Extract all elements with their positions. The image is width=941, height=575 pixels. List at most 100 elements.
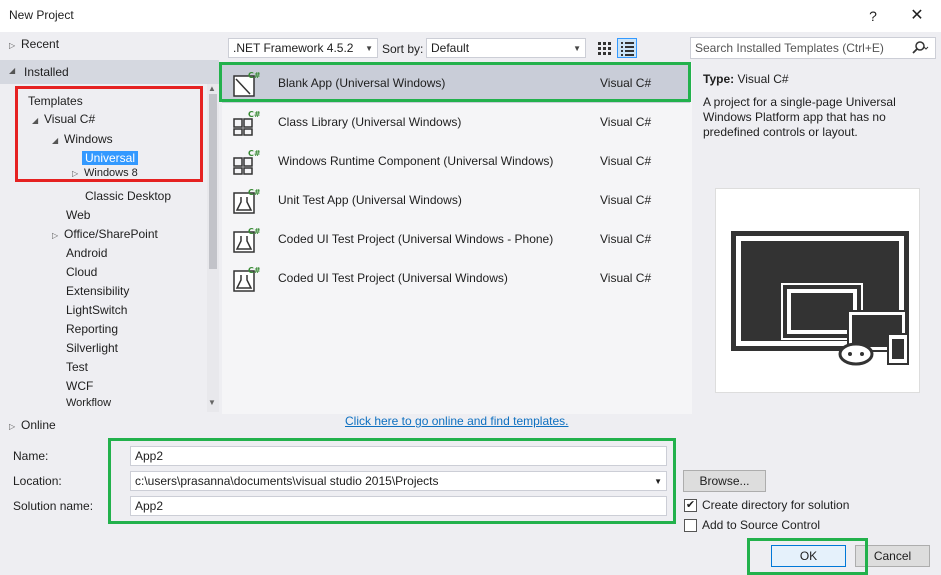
tree-item-classic-desktop[interactable]: Classic Desktop — [85, 187, 171, 206]
template-description: A project for a single-page Universal Wi… — [703, 95, 896, 139]
tree-item-recent[interactable]: ▷ Recent — [9, 35, 59, 54]
search-placeholder: Search Installed Templates (Ctrl+E) — [695, 41, 884, 55]
tree-item-installed[interactable]: ◢ Installed — [0, 60, 219, 84]
browse-button[interactable]: Browse... — [683, 470, 766, 492]
template-name: Class Library (Universal Windows) — [278, 115, 462, 129]
list-view-icon — [621, 42, 634, 56]
tree-item-label: Installed — [24, 65, 69, 79]
tree-item-lightswitch[interactable]: LightSwitch — [66, 301, 127, 320]
tree-item-label: Silverlight — [66, 341, 119, 355]
tree-item-label: Office/SharePoint — [64, 227, 158, 241]
sort-value: Default — [431, 41, 470, 55]
template-language: Visual C# — [600, 154, 652, 168]
template-language: Visual C# — [600, 193, 652, 207]
tree-item-reporting[interactable]: Reporting — [66, 320, 118, 339]
help-button[interactable]: ? — [858, 2, 888, 30]
source-control-label: Add to Source Control — [702, 518, 821, 532]
source-control-checkbox[interactable] — [684, 519, 697, 532]
tree-item-label: Android — [66, 246, 108, 260]
grid-view-button[interactable] — [594, 38, 614, 58]
tree-item-cloud[interactable]: Cloud — [66, 263, 97, 282]
tree-item-label: WCF — [66, 379, 94, 393]
template-item-class-library[interactable]: C# Class Library (Universal Windows) Vis… — [222, 103, 690, 142]
template-language: Visual C# — [600, 232, 652, 246]
window-title: New Project — [9, 8, 74, 22]
flask-icon: C# — [233, 266, 260, 292]
tree-item-extensibility[interactable]: Extensibility — [66, 282, 129, 301]
type-row: Type: Visual C# — [703, 72, 789, 86]
sort-label: Sort by: — [382, 42, 424, 56]
tree-item-test[interactable]: Test — [66, 358, 88, 377]
tree-item-label: Extensibility — [66, 284, 130, 298]
title-bar — [0, 0, 941, 32]
collapse-arrow-icon: ◢ — [9, 66, 16, 75]
template-name: Unit Test App (Universal Windows) — [278, 193, 462, 207]
flask-icon: C# — [233, 188, 260, 214]
chevron-down-icon: ▼ — [365, 44, 373, 53]
tree-item-label: Workflow — [66, 398, 112, 408]
close-button[interactable]: ✕ — [900, 2, 934, 30]
tree-scrollbar[interactable]: ▲ ▼ — [207, 84, 219, 412]
highlight-box-templates — [15, 86, 203, 182]
tree-item-wcf[interactable]: WCF — [66, 377, 93, 396]
expand-arrow-icon: ▷ — [9, 422, 16, 431]
create-directory-checkbox[interactable]: ✔ — [684, 499, 697, 512]
solution-name-label: Solution name: — [13, 499, 94, 513]
template-list: C# Blank App (Universal Windows) Visual … — [222, 62, 692, 414]
type-label: Type: — [703, 72, 735, 86]
type-value: Visual C# — [737, 72, 789, 86]
tree-item-online[interactable]: ▷ Online — [9, 416, 56, 435]
tree-item-workflow[interactable]: Workflow — [66, 398, 111, 408]
name-label: Name: — [13, 449, 49, 463]
tree-item-web[interactable]: Web — [66, 206, 90, 225]
highlight-box-ok — [747, 538, 868, 575]
expand-arrow-icon: ▷ — [52, 231, 59, 240]
template-item-coded-ui-phone[interactable]: C# Coded UI Test Project (Universal Wind… — [222, 220, 690, 259]
tree-item-label: Test — [66, 360, 89, 374]
runtime-component-icon: C# — [233, 149, 260, 175]
tree-item-office[interactable]: ▷ Office/SharePoint — [52, 225, 158, 244]
svg-text:C#: C# — [248, 227, 260, 236]
tree-item-label: Recent — [21, 37, 60, 51]
tree-item-label: LightSwitch — [66, 303, 128, 317]
highlight-box-form — [108, 438, 676, 524]
tree-item-label: Cloud — [66, 265, 98, 279]
template-language: Visual C# — [600, 271, 652, 285]
framework-dropdown[interactable]: .NET Framework 4.5.2 ▼ — [228, 38, 378, 58]
template-name: Windows Runtime Component (Universal Win… — [278, 154, 554, 168]
template-name: Coded UI Test Project (Universal Windows… — [278, 232, 554, 246]
online-templates-link[interactable]: Click here to go online and find templat… — [345, 414, 568, 428]
tree-item-android[interactable]: Android — [66, 244, 107, 263]
template-item-runtime-component[interactable]: C# Windows Runtime Component (Universal … — [222, 142, 690, 181]
scroll-up-icon[interactable]: ▲ — [208, 84, 216, 93]
template-language: Visual C# — [600, 115, 652, 129]
highlight-box-blank-app — [219, 62, 691, 102]
svg-text:C#: C# — [248, 188, 260, 197]
expand-arrow-icon: ▷ — [9, 41, 16, 50]
tree-item-label: Reporting — [66, 322, 119, 336]
tree-item-label: Classic Desktop — [85, 189, 172, 203]
class-library-icon: C# — [233, 110, 260, 136]
list-view-button[interactable] — [617, 38, 637, 58]
tree-item-label: Web — [66, 208, 91, 222]
grid-view-icon — [598, 42, 611, 55]
template-preview-image — [715, 188, 920, 393]
svg-text:C#: C# — [248, 149, 260, 158]
search-icon — [912, 41, 929, 54]
framework-value: .NET Framework 4.5.2 — [233, 41, 354, 55]
template-item-coded-ui[interactable]: C# Coded UI Test Project (Universal Wind… — [222, 259, 690, 298]
create-directory-label: Create directory for solution — [702, 498, 850, 512]
flask-icon: C# — [233, 227, 260, 253]
scrollbar-thumb[interactable] — [209, 94, 217, 269]
search-input[interactable]: Search Installed Templates (Ctrl+E) — [690, 37, 936, 59]
sort-dropdown[interactable]: Default ▼ — [426, 38, 586, 58]
svg-text:C#: C# — [248, 110, 260, 119]
location-label: Location: — [13, 474, 62, 488]
chevron-down-icon: ▼ — [573, 44, 581, 53]
tree-item-silverlight[interactable]: Silverlight — [66, 339, 118, 358]
template-item-unit-test[interactable]: C# Unit Test App (Universal Windows) Vis… — [222, 181, 690, 220]
svg-text:C#: C# — [248, 266, 260, 275]
scroll-down-icon[interactable]: ▼ — [208, 398, 216, 407]
devices-illustration-icon — [731, 231, 909, 366]
tree-item-label: Online — [21, 418, 56, 432]
